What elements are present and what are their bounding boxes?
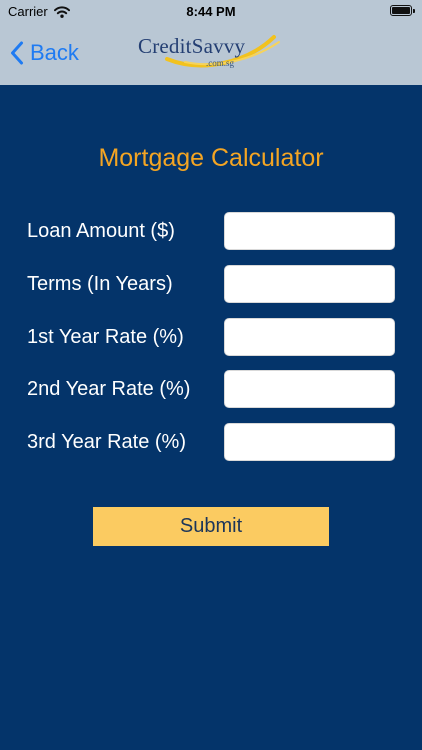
back-label: Back <box>30 40 79 65</box>
navigation-bar: Back CreditSavvy .com.sg <box>0 22 422 85</box>
first-year-rate-label: 1st Year Rate (%) <box>27 326 184 348</box>
third-year-rate-row: 3rd Year Rate (%) <box>27 423 395 461</box>
chevron-left-icon <box>11 41 23 65</box>
third-year-rate-input[interactable] <box>224 423 395 461</box>
battery-level <box>392 7 410 14</box>
second-year-rate-label: 2nd Year Rate (%) <box>27 378 191 400</box>
third-year-rate-label: 3rd Year Rate (%) <box>27 431 186 453</box>
loan-amount-input[interactable] <box>224 212 395 250</box>
page-title: Mortgage Calculator <box>98 144 324 172</box>
battery-icon <box>390 5 415 16</box>
first-year-rate-input[interactable] <box>224 318 395 356</box>
creditsavvy-logo: CreditSavvy .com.sg <box>136 28 286 76</box>
logo-subtext: .com.sg <box>206 58 234 68</box>
loan-amount-label: Loan Amount ($) <box>27 220 175 242</box>
second-year-rate-row: 2nd Year Rate (%) <box>27 370 395 408</box>
terms-input[interactable] <box>224 265 395 303</box>
terms-label: Terms (In Years) <box>27 273 173 295</box>
second-year-rate-input[interactable] <box>224 370 395 408</box>
logo-text: CreditSavvy <box>138 34 246 58</box>
terms-row: Terms (In Years) <box>27 265 395 303</box>
back-button[interactable]: Back <box>10 40 79 66</box>
submit-button[interactable]: Submit <box>93 507 329 546</box>
status-bar: Carrier 8:44 PM <box>0 0 422 22</box>
loan-amount-row: Loan Amount ($) <box>27 212 395 250</box>
status-time: 8:44 PM <box>186 4 236 19</box>
first-year-rate-row: 1st Year Rate (%) <box>27 318 395 356</box>
mortgage-calculator-screen: Carrier 8:44 PM Back CreditSavvy .com.sg… <box>0 0 422 750</box>
